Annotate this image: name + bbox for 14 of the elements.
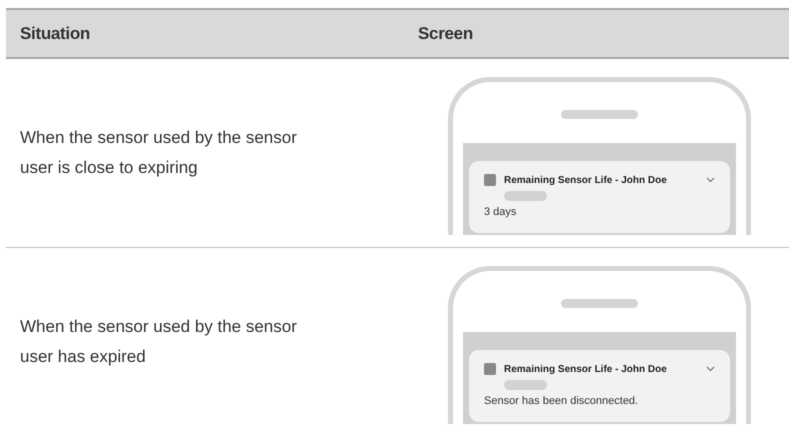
column-header: Situation	[19, 24, 92, 44]
placeholder-bar	[504, 380, 547, 390]
app-icon	[484, 363, 496, 375]
notification-body: Sensor has been disconnected.	[484, 395, 640, 407]
chevron-down-icon[interactable]	[706, 177, 715, 183]
column-header: Screen	[417, 24, 474, 44]
situation-text: When the sensor used by the sensor user is close to expiring	[20, 127, 298, 179]
app-icon	[484, 174, 496, 186]
situation-text: When the sensor used by the sensor user has expired	[20, 316, 298, 368]
notification-body: 3 days	[484, 206, 518, 218]
chevron-down-icon[interactable]	[706, 366, 715, 372]
notification-title: Remaining Sensor Life - John Doe	[504, 174, 668, 186]
placeholder-bar	[504, 191, 547, 201]
notification-title: Remaining Sensor Life - John Doe	[504, 364, 668, 374]
